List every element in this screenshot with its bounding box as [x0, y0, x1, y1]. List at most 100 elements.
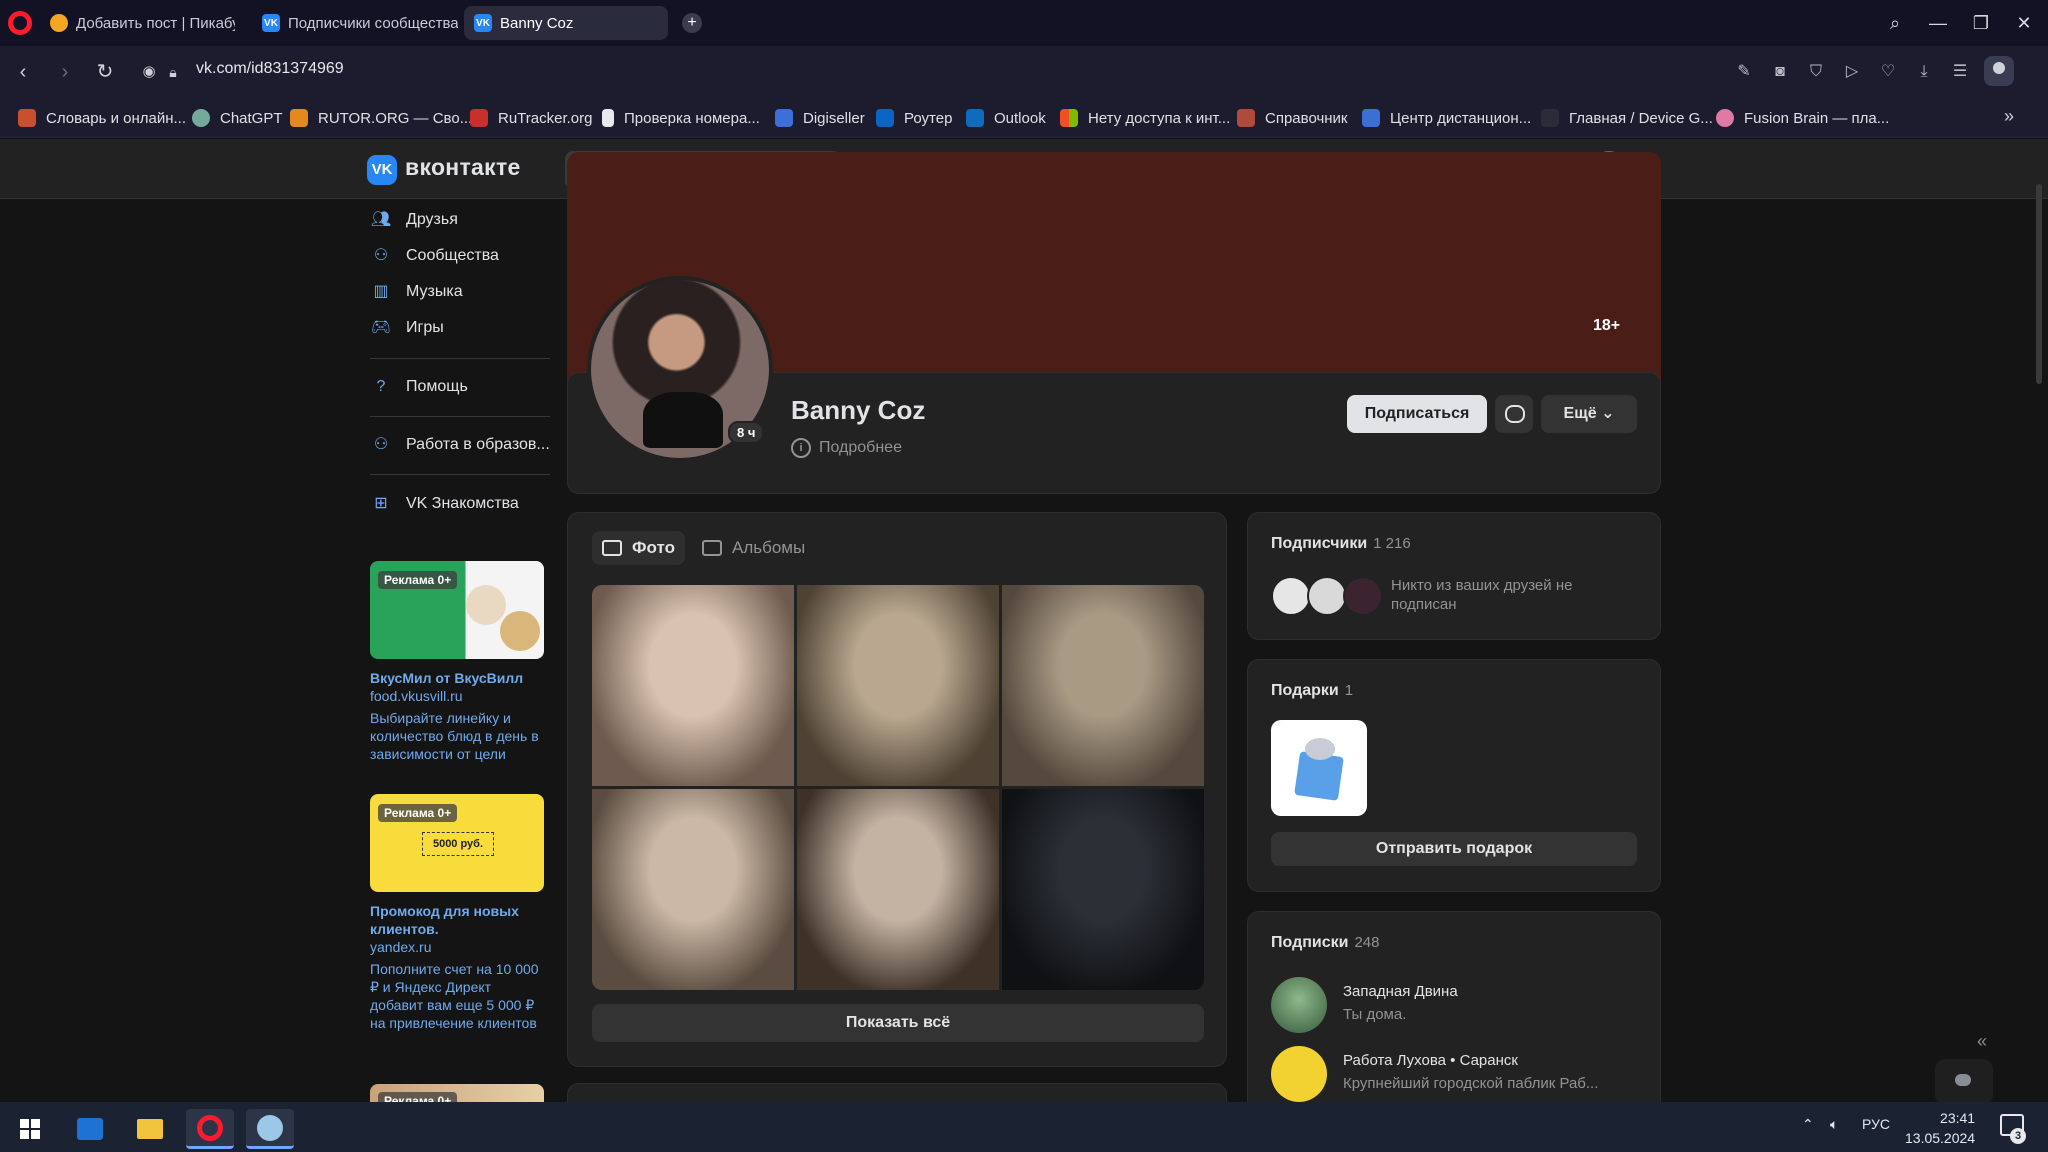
- photo-thumbnail[interactable]: [592, 585, 794, 786]
- photo-thumbnail[interactable]: [1002, 789, 1204, 990]
- photos-block: Фото Альбомы Показать всё: [567, 512, 1227, 1067]
- restore-button[interactable]: ❐: [1968, 10, 1994, 36]
- language-indicator[interactable]: РУС: [1862, 1116, 1890, 1132]
- follower-avatar[interactable]: [1343, 576, 1383, 616]
- ad-image[interactable]: Реклама 0+: [370, 561, 544, 659]
- ad-text[interactable]: Выбирайте линейку и количество блюд в де…: [370, 709, 544, 763]
- follower-avatar[interactable]: [1307, 576, 1347, 616]
- collapse-chevron-icon[interactable]: «: [1977, 1031, 1987, 1052]
- send-gift-button[interactable]: Отправить подарок: [1271, 832, 1637, 866]
- subscription-item[interactable]: Западная Двина Ты дома.: [1271, 977, 1641, 1033]
- image-icon: [602, 540, 622, 556]
- snapshot-edit-icon[interactable]: ✎: [1732, 60, 1756, 84]
- bookmarks-more-icon[interactable]: »: [2004, 106, 2014, 127]
- followers-card[interactable]: Подписчики 1 216 Никто из ваших друзей не…: [1247, 512, 1661, 640]
- camera-icon[interactable]: ◙: [1768, 60, 1792, 84]
- sidebar-item-help[interactable]: ? Помощь: [370, 372, 468, 402]
- bookmark-item[interactable]: RUTOR.ORG — Сво...: [290, 107, 472, 129]
- photo-thumbnail[interactable]: [797, 585, 999, 786]
- bookmark-item[interactable]: ChatGPT: [192, 107, 283, 129]
- gifts-title[interactable]: Подарки 1: [1271, 682, 1353, 700]
- bookmark-item[interactable]: Нету доступа к инт...: [1060, 107, 1230, 129]
- location-pin-icon[interactable]: ◉: [136, 59, 162, 85]
- sidebar-item-music[interactable]: ▥ Музыка: [370, 277, 462, 307]
- taskbar-powershell[interactable]: [66, 1109, 114, 1149]
- taskbar-opera[interactable]: [186, 1109, 234, 1149]
- tab-vk-subscribers[interactable]: VK Подписчики сообщества: [252, 6, 458, 40]
- sidebar-item-games[interactable]: 🎮︎ Игры: [370, 313, 444, 343]
- bookmark-item[interactable]: RuTracker.org: [470, 107, 592, 129]
- community-name[interactable]: Западная Двина: [1343, 983, 1458, 1000]
- minimize-button[interactable]: —: [1925, 10, 1951, 36]
- more-button[interactable]: Ещё ⌄: [1541, 395, 1637, 433]
- show-all-button[interactable]: Показать всё: [592, 1004, 1204, 1042]
- browser-profile-icon[interactable]: [1984, 56, 2014, 86]
- tab-albums[interactable]: Альбомы: [692, 531, 815, 565]
- photo-thumbnail[interactable]: [1002, 585, 1204, 786]
- heart-icon[interactable]: ♡: [1876, 60, 1900, 84]
- subscriptions-title[interactable]: Подписки 248: [1271, 934, 1380, 952]
- community-avatar[interactable]: [1271, 1046, 1327, 1102]
- ad-yandex[interactable]: Реклама 0+ 5000 руб. Промокод для новых …: [370, 794, 544, 1032]
- photo-thumbnail[interactable]: [797, 789, 999, 990]
- ad-third[interactable]: Реклама 0+: [370, 1084, 544, 1102]
- close-window-button[interactable]: ✕: [2011, 10, 2037, 36]
- profile-details-link[interactable]: i Подробнее: [791, 438, 902, 458]
- community-name[interactable]: Работа Лухова • Саранск: [1343, 1052, 1518, 1069]
- message-icon[interactable]: [1495, 395, 1533, 433]
- taskbar-paint[interactable]: [246, 1109, 294, 1149]
- clock[interactable]: 23:41 13.05.2024: [1905, 1108, 1975, 1148]
- download-icon[interactable]: ⤓: [1912, 60, 1936, 84]
- ad-title[interactable]: ВкусМил от ВкусВилл: [370, 669, 544, 687]
- chat-icon[interactable]: [1935, 1059, 1993, 1102]
- start-button[interactable]: [6, 1109, 54, 1149]
- search-tabs-icon[interactable]: ⌕: [1882, 10, 1908, 36]
- back-button[interactable]: ‹: [10, 59, 36, 85]
- taskbar-explorer[interactable]: [126, 1109, 174, 1149]
- subscribe-button[interactable]: Подписаться: [1347, 395, 1487, 433]
- bookmark-item[interactable]: Центр дистанцион...: [1362, 107, 1531, 129]
- ad-title[interactable]: Промокод для новых клиентов.: [370, 902, 544, 938]
- bookmark-item[interactable]: Fusion Brain — пла...: [1716, 107, 1889, 129]
- follower-avatar[interactable]: [1271, 576, 1311, 616]
- bookmark-item[interactable]: Digiseller: [775, 107, 865, 129]
- ad-image[interactable]: Реклама 0+ 5000 руб.: [370, 794, 544, 892]
- ad-domain[interactable]: yandex.ru: [370, 938, 544, 956]
- new-tab-button[interactable]: +: [682, 13, 702, 33]
- shield-icon[interactable]: ⛉: [1804, 60, 1828, 84]
- ad-text[interactable]: Пополните счет на 10 000 ₽ и Яндекс Дире…: [370, 960, 544, 1032]
- bookmark-item[interactable]: Проверка номера...: [602, 107, 760, 129]
- gift-image[interactable]: [1271, 720, 1367, 816]
- vk-brand[interactable]: вконтакте: [405, 154, 521, 181]
- sidebar-item-communities[interactable]: ⚇ Сообщества: [370, 241, 499, 271]
- sidebar-item-friends[interactable]: 👥︎ Друзья: [370, 205, 458, 235]
- volume-icon[interactable]: 🔈︎: [1830, 1116, 1838, 1133]
- photo-thumbnail[interactable]: [592, 789, 794, 990]
- bookmark-item[interactable]: Словарь и онлайн...: [18, 107, 186, 129]
- tab-photos[interactable]: Фото: [592, 531, 685, 565]
- tab-banny-coz[interactable]: VK Banny Coz: [464, 6, 668, 40]
- sidebar-item-dating[interactable]: ⊞ VK Знакомства: [370, 489, 519, 519]
- url-field[interactable]: vk.com/id831374969: [196, 60, 344, 78]
- easy-setup-icon[interactable]: ☰: [1948, 60, 1972, 84]
- tray-chevron-up-icon[interactable]: ⌃: [1802, 1116, 1814, 1133]
- opera-logo-icon[interactable]: [8, 11, 32, 35]
- vk-logo-icon[interactable]: VK: [367, 155, 397, 185]
- ad-image[interactable]: Реклама 0+: [370, 1084, 544, 1102]
- sidebar-item-education[interactable]: ⚇ Работа в образов...: [370, 430, 550, 460]
- subscription-item[interactable]: Работа Лухова • Саранск Крупнейший город…: [1271, 1046, 1641, 1102]
- bookmark-item[interactable]: Роутер: [876, 107, 952, 129]
- subscriptions-card: Подписки 248 Западная Двина Ты дома. Рабо…: [1247, 911, 1661, 1102]
- ad-domain[interactable]: food.vkusvill.ru: [370, 687, 544, 705]
- community-avatar[interactable]: [1271, 977, 1327, 1033]
- bookmark-item[interactable]: Главная / Device G...: [1541, 107, 1713, 129]
- ad-vkusvill[interactable]: Реклама 0+ ВкусМил от ВкусВилл food.vkus…: [370, 561, 544, 763]
- page-scrollbar[interactable]: [2036, 184, 2042, 384]
- forward-button[interactable]: ›: [52, 59, 78, 85]
- tab-pikabu[interactable]: Добавить пост | Пикабу: [40, 6, 235, 40]
- bookmark-item[interactable]: Outlook: [966, 107, 1046, 129]
- play-icon[interactable]: ▷: [1840, 60, 1864, 84]
- followers-title[interactable]: Подписчики 1 216: [1271, 535, 1411, 553]
- reload-icon[interactable]: ↻: [92, 59, 118, 85]
- bookmark-item[interactable]: Справочник: [1237, 107, 1348, 129]
